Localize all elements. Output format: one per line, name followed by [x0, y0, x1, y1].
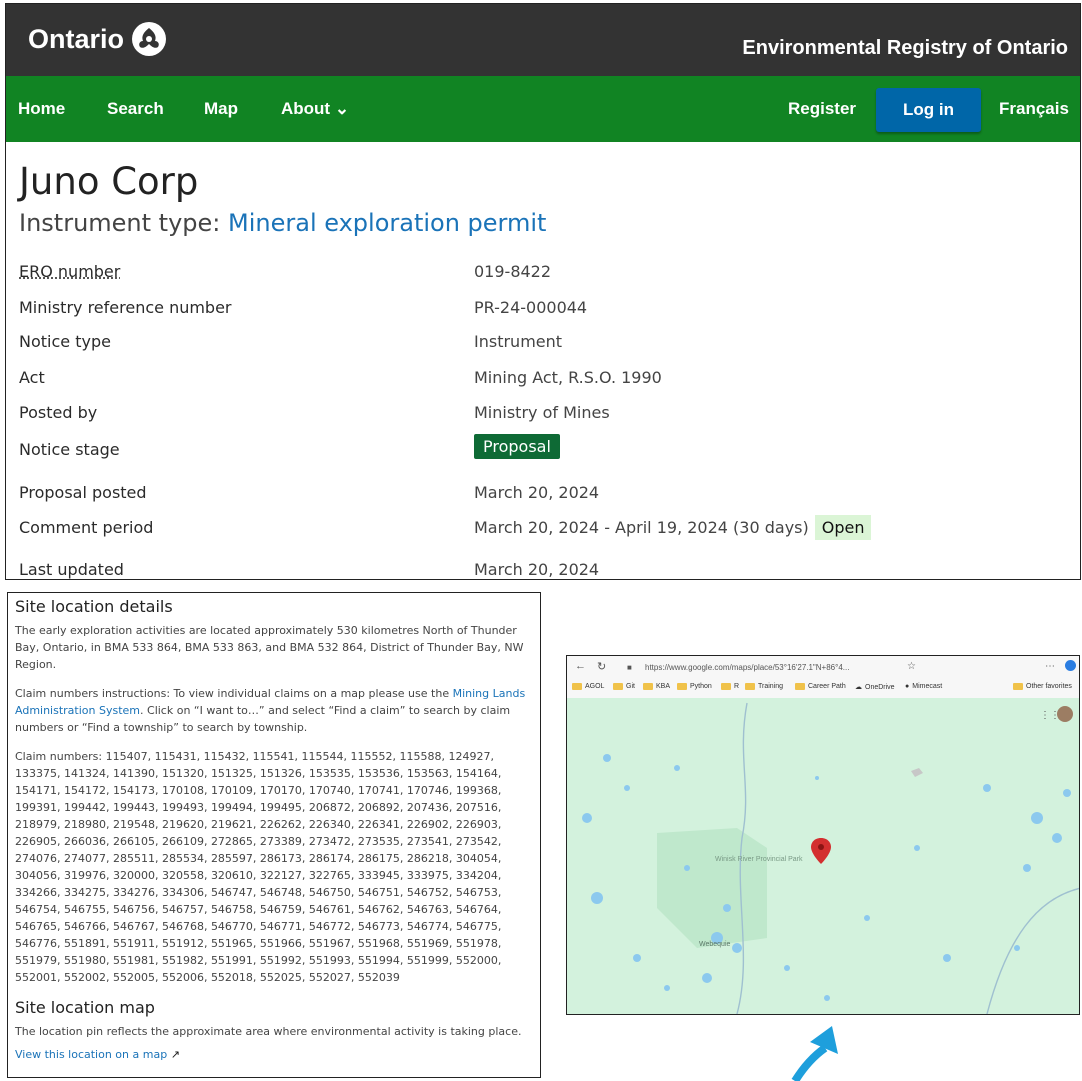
folder-icon	[795, 683, 805, 690]
field-label: Proposal posted	[19, 483, 147, 502]
external-link-icon: ↗	[170, 1048, 180, 1061]
field-comment-period: Comment period March 20, 2024 - April 19…	[19, 515, 1079, 546]
logo-text: Ontario	[28, 23, 125, 54]
nav-search[interactable]: Search	[107, 99, 164, 119]
favorite-item[interactable]: Python	[677, 683, 712, 690]
field-label: Posted by	[19, 403, 98, 422]
more-icon[interactable]: ⋯	[1045, 661, 1055, 672]
favorite-item[interactable]: AGOL	[572, 683, 604, 690]
annotation-arrow	[791, 1026, 838, 1081]
trillium-icon	[132, 22, 167, 56]
cloud-icon: ☁	[855, 684, 862, 691]
avatar[interactable]	[1057, 706, 1073, 722]
field-value: March 20, 2024	[474, 483, 600, 502]
star-icon[interactable]: ☆	[907, 661, 916, 672]
nav-register[interactable]: Register	[788, 99, 856, 119]
other-favorites[interactable]: Other favorites	[1013, 683, 1072, 690]
site-map-heading: Site location map	[15, 998, 155, 1017]
mimecast-icon: ●	[905, 683, 910, 690]
field-value: March 20, 2024	[474, 560, 600, 579]
field-label: Ministry reference number	[19, 298, 232, 317]
field-value: 019-8422	[474, 262, 552, 281]
field-label: Notice stage	[19, 440, 120, 459]
field-posted-by: Posted by Ministry of Mines	[19, 403, 1079, 431]
login-button[interactable]: Log in	[876, 88, 981, 132]
registry-title[interactable]: Environmental Registry of Ontario	[742, 37, 1068, 60]
site-location-panel: Site location details The early explorat…	[7, 592, 541, 1078]
nav-map[interactable]: Map	[204, 99, 238, 119]
browser-toolbar: ← ↻ ■ https://www.google.com/maps/place/…	[567, 656, 1079, 678]
main-nav: Home Search Map About ⌄ Register Log in …	[6, 76, 1080, 142]
field-value: Instrument	[474, 332, 563, 351]
place-label: Webequie	[699, 941, 731, 948]
field-last-updated: Last updated March 20, 2024	[19, 560, 1079, 579]
field-value: Mining Act, R.S.O. 1990	[474, 368, 662, 387]
claim-instructions-prefix: Claim numbers instructions: To view indi…	[15, 687, 450, 700]
map-screenshot: ← ↻ ■ https://www.google.com/maps/place/…	[566, 655, 1080, 1015]
chevron-down-icon: ⌄	[334, 99, 350, 118]
site-header: Ontario Environmental Registry of Ontari…	[6, 4, 1080, 76]
park-label: Winisk River Provincial Park	[715, 856, 803, 863]
nav-about-label: About	[281, 99, 331, 118]
site-map-text: The location pin reflects the approximat…	[15, 1025, 522, 1038]
field-ministry-reference: Ministry reference number PR-24-000044	[19, 298, 1079, 326]
favorite-item[interactable]: Career Path	[795, 683, 846, 690]
stage-badge: Proposal	[474, 434, 560, 459]
field-label: Notice type	[19, 332, 111, 351]
field-value: March 20, 2024 - April 19, 2024 (30 days…	[474, 518, 809, 537]
nav-home[interactable]: Home	[18, 99, 65, 119]
folder-icon	[572, 683, 582, 690]
edge-icon[interactable]	[1065, 660, 1076, 671]
instrument-type: Instrument type: Mineral exploration per…	[19, 209, 546, 237]
folder-icon	[1013, 683, 1023, 690]
back-icon[interactable]: ←	[575, 660, 586, 672]
favorite-item[interactable]: Git	[613, 683, 635, 690]
google-map[interactable]: Winisk River Provincial Park Webequie ⋮⋮	[567, 698, 1079, 1014]
field-label: Act	[19, 368, 45, 387]
favorite-item[interactable]: ● Mimecast	[905, 683, 942, 690]
refresh-icon[interactable]: ↻	[597, 660, 606, 673]
instrument-type-label: Instrument type:	[19, 209, 221, 237]
favorite-item[interactable]: R	[721, 683, 739, 690]
field-proposal-posted: Proposal posted March 20, 2024	[19, 483, 1079, 511]
nav-language[interactable]: Français	[999, 99, 1069, 119]
field-notice-type: Notice type Instrument	[19, 332, 1079, 360]
favorite-item[interactable]: ☁ OneDrive	[855, 683, 895, 692]
nav-about[interactable]: About ⌄	[281, 99, 349, 119]
view-map-link-label: View this location on a map	[15, 1048, 168, 1061]
folder-icon	[677, 683, 687, 690]
field-value: Ministry of Mines	[474, 403, 610, 422]
field-label: ERO number	[19, 262, 121, 281]
claim-instructions: Claim numbers instructions: To view indi…	[15, 685, 533, 736]
site-details-heading: Site location details	[15, 597, 173, 616]
lock-icon: ■	[627, 663, 632, 672]
favorite-item[interactable]: KBA	[643, 683, 670, 690]
field-value: PR-24-000044	[474, 298, 588, 317]
favorite-item[interactable]: Training	[745, 683, 783, 690]
claim-numbers: Claim numbers: 115407, 115431, 115432, 1…	[15, 750, 502, 984]
ontario-logo[interactable]: Ontario	[28, 22, 167, 56]
field-label: Comment period	[19, 518, 154, 537]
view-map-link[interactable]: View this location on a map ↗	[15, 1048, 533, 1061]
page-title: Juno Corp	[19, 160, 199, 203]
folder-icon	[643, 683, 653, 690]
status-badge: Open	[814, 515, 872, 540]
map-canvas: Winisk River Provincial Park Webequie	[567, 698, 1079, 1014]
field-notice-stage: Notice stage Proposal	[19, 434, 1079, 468]
site-details-text: The early exploration activities are loc…	[15, 624, 524, 671]
folder-icon	[613, 683, 623, 690]
folder-icon	[745, 683, 755, 690]
field-label: Last updated	[19, 560, 124, 579]
favorites-bar: AGOL Git KBA Python R Training Career Pa…	[567, 678, 1079, 699]
folder-icon	[721, 683, 731, 690]
field-ero-number: ERO number 019-8422	[19, 262, 1079, 290]
url-bar[interactable]: https://www.google.com/maps/place/53°16'…	[645, 663, 849, 672]
ero-notice-panel: Ontario Environmental Registry of Ontari…	[5, 3, 1081, 580]
instrument-type-link[interactable]: Mineral exploration permit	[228, 209, 546, 237]
field-act: Act Mining Act, R.S.O. 1990	[19, 368, 1079, 396]
